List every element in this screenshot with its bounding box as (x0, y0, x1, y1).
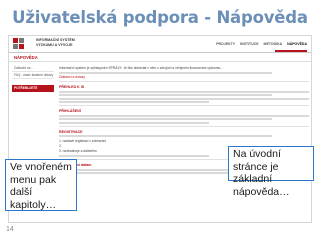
callout-vnorene-menu: Ve vnořeném menu pak další kapitoly… (5, 159, 77, 211)
section-prehled: PŘEHLED K IS (59, 85, 85, 90)
sidebar-item-zakladni[interactable]: Základní se... (12, 65, 54, 72)
page-heading: NÁPOVĚDA (14, 55, 38, 60)
section-registrace: REGISTRACE (59, 129, 83, 134)
sidebar: Základní se... FAQ - často kladené dotaz… (12, 65, 54, 97)
section-prihlaseni: PŘIHLÁŠENÍ (59, 109, 81, 114)
sidebar-item-potrebujete-poradit[interactable]: POTŘEBUJETE PORADIT? (12, 85, 54, 97)
app-header: INFORMAČNÍ SYSTÉM VÝZKUMU A VÝVOJE PROJE… (9, 36, 311, 53)
logo (13, 38, 33, 50)
intro-text: Informační systém je zpřístupněn SPRÁVY.… (59, 66, 224, 70)
logo-text: INFORMAČNÍ SYSTÉM VÝZKUMU A VÝVOJE (36, 38, 75, 47)
nav-item-instituce[interactable]: INSTITUCE (240, 42, 258, 46)
register-item-1: 1. nastavit registraci v zobrazení (59, 138, 107, 143)
active-nav-indicator (275, 50, 307, 52)
nav-item-projekty[interactable]: PROJEKTY (216, 42, 235, 46)
slide-title: Uživatelská podpora - Nápověda (12, 8, 308, 27)
sidebar-item-faq[interactable]: FAQ - často kladené dotazy (12, 72, 54, 79)
intro-link[interactable]: Základní a dotazy (59, 75, 309, 79)
page-heading-bar: NÁPOVĚDA (9, 53, 311, 62)
nav-item-napoveda[interactable]: NÁPOVĚDA (287, 42, 307, 46)
nav-item-metodika[interactable]: METODIKA (264, 42, 283, 46)
main-nav: PROJEKTY INSTITUCE METODIKA NÁPOVĚDA (216, 42, 307, 46)
callout-uvodni-stranka: Na úvodní stránce je základní nápověda… (228, 146, 314, 198)
page-number: 14 (6, 226, 14, 233)
